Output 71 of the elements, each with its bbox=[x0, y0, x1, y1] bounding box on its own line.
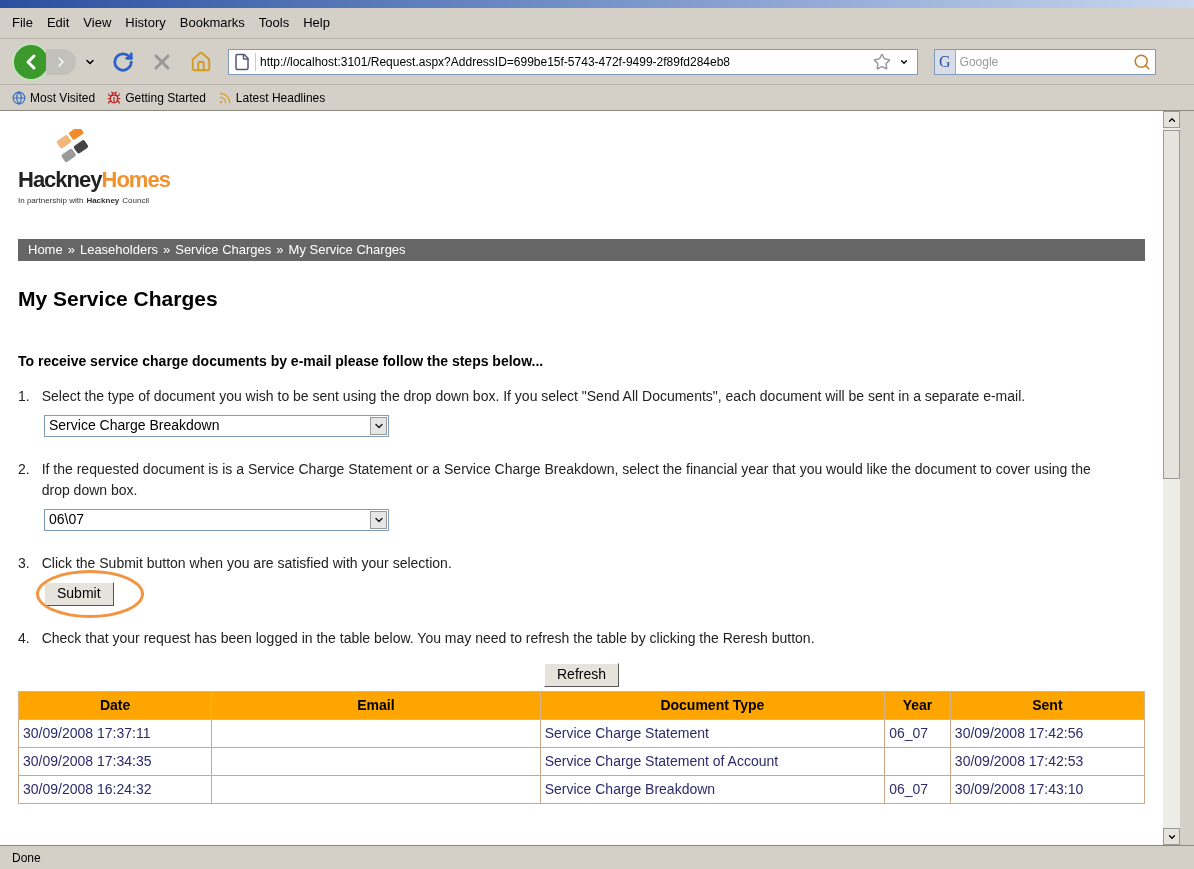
scroll-down-icon[interactable] bbox=[1163, 828, 1180, 845]
column-header: Year bbox=[884, 691, 951, 719]
step-number: 4. bbox=[18, 628, 30, 648]
logo-tagline: Hackney bbox=[86, 195, 120, 207]
menu-item[interactable]: Help bbox=[303, 13, 330, 33]
step-text: Select the type of document you wish to be sent using the drop down box. If you select "Send All Documents", each document will be sent in a separate e-mail. bbox=[41, 386, 1026, 406]
rss-icon bbox=[217, 90, 232, 105]
table-cell: Service Charge Statement of Account bbox=[540, 747, 885, 775]
logo-text: Homes bbox=[101, 167, 170, 192]
table-cell bbox=[884, 747, 951, 775]
table-cell: 30/09/2008 17:42:53 bbox=[950, 747, 1145, 775]
breadcrumb-separator: » bbox=[163, 241, 171, 260]
scroll-thumb[interactable] bbox=[1163, 130, 1180, 479]
caret-icon bbox=[370, 416, 387, 435]
breadcrumb-link[interactable]: My Service Charges bbox=[288, 240, 406, 260]
table-cell: 06_07 bbox=[884, 719, 951, 747]
step-number: 3. bbox=[18, 553, 30, 573]
search-icon[interactable] bbox=[1133, 52, 1151, 71]
table-cell: Service Charge Statement bbox=[540, 719, 885, 747]
star-icon[interactable] bbox=[873, 52, 891, 71]
submit-button[interactable]: Submit bbox=[44, 581, 114, 606]
status-text: Done bbox=[12, 849, 41, 867]
bookmark-item[interactable]: Latest Headlines bbox=[217, 88, 326, 107]
column-header: Sent bbox=[950, 691, 1145, 719]
dropdown-field[interactable]: Service Charge Breakdown bbox=[44, 414, 389, 437]
table-cell: 30/09/2008 17:34:35 bbox=[18, 747, 212, 775]
logo-tagline: Council bbox=[122, 195, 149, 207]
bug-icon bbox=[107, 90, 122, 105]
logo-text: Hackney bbox=[18, 167, 102, 192]
column-header: Document Type bbox=[540, 691, 885, 719]
table-cell: 30/09/2008 17:43:10 bbox=[950, 775, 1145, 803]
breadcrumb-link[interactable]: Home bbox=[28, 240, 63, 260]
table-cell: 30/09/2008 16:24:32 bbox=[18, 775, 212, 803]
menu-item[interactable]: History bbox=[125, 13, 166, 33]
column-header: Date bbox=[18, 691, 212, 719]
column-header: Email bbox=[211, 691, 541, 719]
breadcrumb-separator: » bbox=[276, 241, 284, 260]
page-heading: My Service Charges bbox=[18, 286, 219, 312]
menu-item[interactable]: Bookmarks bbox=[179, 13, 245, 33]
bookmark-item[interactable]: Getting Started bbox=[107, 88, 206, 107]
breadcrumb-separator: » bbox=[67, 241, 75, 260]
search-input[interactable]: Google bbox=[955, 52, 1133, 71]
bookmark-item[interactable]: Most Visited bbox=[12, 88, 96, 107]
refresh-button[interactable]: Refresh bbox=[544, 662, 619, 687]
table-cell: 30/09/2008 17:42:56 bbox=[950, 719, 1145, 747]
dropdown-field[interactable]: 06\07 bbox=[44, 508, 389, 531]
menu-item[interactable]: View bbox=[83, 13, 112, 33]
breadcrumb-link[interactable]: Leaseholders bbox=[79, 240, 158, 260]
step-number: 1. bbox=[18, 386, 30, 406]
intro-text: To receive service charge documents by e-mail please follow the steps below... bbox=[18, 351, 545, 371]
step-text: Click the Submit button when you are satisfied with your selection. bbox=[41, 553, 452, 573]
step-text: If the requested document is is a Service Charge Statement or a Service Charge Breakdown, select the financial year that you would like the document to cover using the drop down box. bbox=[41, 459, 1092, 500]
table-cell: Service Charge Breakdown bbox=[540, 775, 885, 803]
reload-icon[interactable] bbox=[112, 50, 134, 73]
table-cell: 30/09/2008 17:37:11 bbox=[18, 719, 212, 747]
menu-item[interactable]: Tools bbox=[258, 13, 290, 33]
scroll-up-icon[interactable] bbox=[1163, 111, 1180, 128]
address-field[interactable]: http://localhost:3101/Request.aspx?AddressID=699be15f-5743-472f-9499-2f89fd284eb8 bbox=[228, 48, 918, 75]
step-text: Check that your request has been logged in the table below. You may need to refresh the table by clicking the Reresh button. bbox=[41, 628, 815, 648]
menu-item[interactable]: Edit bbox=[46, 13, 70, 33]
logo-tagline: In partnership with bbox=[18, 195, 84, 207]
breadcrumb-link[interactable]: Service Charges bbox=[175, 240, 272, 260]
logo[interactable]: HackneyHomes In partnership with Hackney Council bbox=[18, 129, 208, 207]
table-cell: 06_07 bbox=[884, 775, 951, 803]
caret-icon bbox=[370, 510, 387, 529]
menu-item[interactable]: File bbox=[12, 13, 33, 33]
step-number: 2. bbox=[18, 459, 30, 479]
globe-icon bbox=[12, 90, 26, 105]
search-field[interactable]: G Google bbox=[934, 48, 1156, 75]
vertical-scrollbar[interactable] bbox=[1163, 111, 1180, 845]
search-engine-logo[interactable]: G bbox=[935, 49, 956, 74]
